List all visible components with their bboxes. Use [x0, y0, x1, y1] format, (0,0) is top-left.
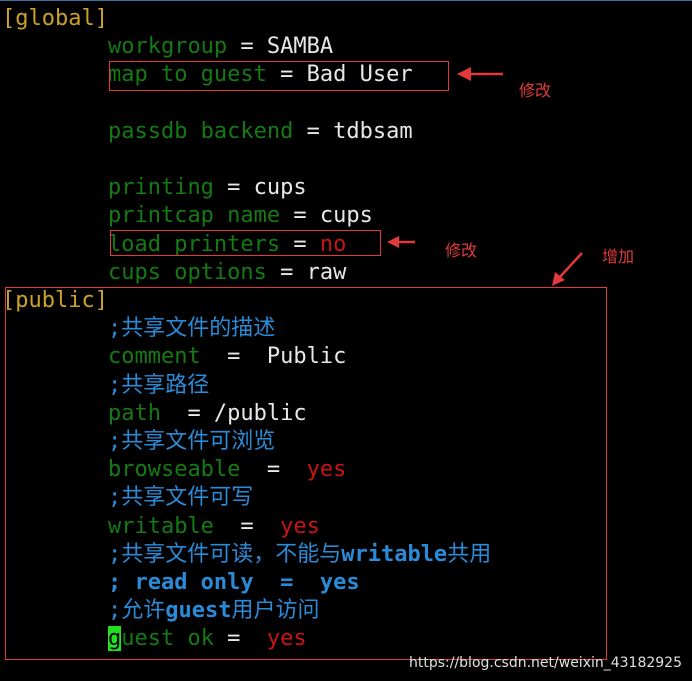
editor-token: printing [107, 175, 214, 201]
editor-line[interactable]: printing = cups [2, 174, 307, 202]
annotation-add: 增加 [602, 247, 635, 266]
annotation-modify-1: 修改 [519, 81, 552, 100]
watermark: https://blog.csdn.net/weixin_43182925 [408, 655, 682, 671]
terminal-editor[interactable]: [global] workgroup = SAMBA map to guest … [0, 0, 692, 681]
annotation-modify-2: 修改 [445, 241, 478, 260]
editor-token [2, 203, 108, 228]
editor-token [2, 175, 108, 200]
arrow-icon [387, 236, 415, 248]
editor-token [2, 119, 108, 144]
editor-token: passdb backend [107, 118, 294, 144]
editor-line[interactable]: passdb backend = tdbsam [2, 118, 413, 146]
editor-token [2, 62, 108, 87]
editor-token [2, 232, 108, 257]
editor-token [2, 260, 108, 285]
editor-line[interactable]: printcap name = cups [2, 202, 373, 230]
editor-token: [global] [2, 6, 108, 31]
highlight-box-map-to-guest [109, 61, 449, 91]
editor-token: = raw [266, 259, 347, 285]
editor-token: = tdbsam [293, 118, 413, 144]
highlight-box-public-section [5, 287, 607, 660]
editor-token: workgroup [107, 34, 228, 60]
arrow-icon [552, 252, 583, 286]
editor-token [2, 34, 108, 59]
editor-token: cups options [107, 259, 267, 285]
editor-token: = cups [213, 175, 307, 201]
editor-token: printcap name [107, 203, 281, 229]
editor-line[interactable]: workgroup = SAMBA [2, 33, 333, 61]
editor-line[interactable]: cups options = raw [2, 259, 346, 287]
highlight-box-load-printers [110, 230, 381, 256]
editor-line[interactable]: [global] [2, 5, 108, 33]
arrow-icon [457, 67, 503, 81]
editor-token: = cups [280, 203, 373, 229]
editor-token: = SAMBA [227, 34, 334, 60]
